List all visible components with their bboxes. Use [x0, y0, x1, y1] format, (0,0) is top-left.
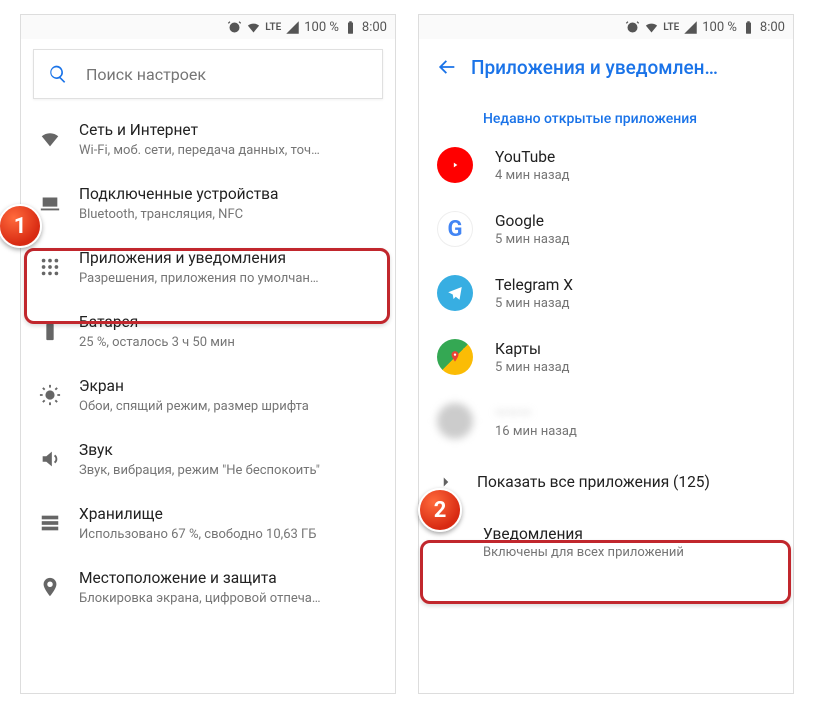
setting-battery[interactable]: Батарея 25 %, осталось 3 ч 50 мин	[21, 299, 395, 363]
notifications-title: Уведомления	[483, 525, 775, 543]
app-icon-blurred	[437, 403, 473, 439]
signal-icon	[683, 20, 698, 35]
setting-title: Сеть и Интернет	[79, 120, 377, 141]
arrow-back-icon	[436, 56, 458, 78]
network-label: LTE	[265, 22, 281, 33]
wifi-icon	[246, 20, 261, 35]
show-all-label: Показать все приложения (125)	[477, 473, 710, 491]
setting-subtitle: Wi-Fi, моб. сети, передача данных, точ…	[79, 143, 377, 158]
telegram-icon	[437, 275, 473, 311]
battery-pct: 100 %	[304, 20, 339, 35]
setting-apps-notifications[interactable]: Приложения и уведомления Разрешения, прил…	[21, 235, 395, 299]
fade	[419, 665, 793, 693]
app-time: 4 мин назад	[495, 168, 775, 183]
search-icon	[48, 64, 68, 84]
step-badge-1: 1	[0, 204, 42, 248]
sound-icon	[39, 448, 79, 470]
app-row-youtube[interactable]: YouTube 4 мин назад	[419, 133, 793, 197]
devices-icon	[39, 192, 79, 214]
google-icon: G	[437, 211, 473, 247]
apps-header: Приложения и уведомлен…	[419, 39, 793, 95]
wifi-icon	[39, 128, 79, 150]
app-time: 5 мин назад	[495, 360, 775, 375]
clock-time: 8:00	[760, 20, 785, 35]
app-row-telegram[interactable]: Telegram X 5 мин назад	[419, 261, 793, 325]
battery-pct: 100 %	[702, 20, 737, 35]
app-name: YouTube	[495, 148, 775, 166]
maps-icon	[437, 339, 473, 375]
setting-subtitle: Разрешения, приложения по умолчан…	[79, 271, 377, 286]
setting-display[interactable]: Экран Обои, спящий режим, размер шрифта	[21, 363, 395, 427]
app-time: 16 мин назад	[495, 424, 775, 439]
phone-apps-notifications: LTE 100 % 8:00 Приложения и уведомлен… Н…	[418, 14, 794, 694]
battery-icon	[343, 20, 358, 35]
setting-title: Экран	[79, 376, 377, 397]
signal-icon	[285, 20, 300, 35]
show-all-apps[interactable]: Показать все приложения (125)	[419, 453, 793, 511]
setting-subtitle: Bluetooth, трансляция, NFC	[79, 207, 377, 222]
search-placeholder: Поиск настроек	[86, 65, 206, 84]
setting-title: Звук	[79, 440, 377, 461]
setting-title: Подключенные устройства	[79, 184, 377, 205]
fade	[21, 665, 395, 693]
app-time: 5 мин назад	[495, 296, 775, 311]
setting-sound[interactable]: Звук Звук, вибрация, режим "Не беспокоить…	[21, 427, 395, 491]
setting-connected-devices[interactable]: Подключенные устройства Bluetooth, трансл…	[21, 171, 395, 235]
storage-icon	[39, 512, 79, 534]
setting-security[interactable]: Местоположение и защита Блокировка экрана…	[21, 555, 395, 619]
battery-icon	[39, 320, 79, 342]
alarm-icon	[227, 20, 242, 35]
youtube-icon	[437, 147, 473, 183]
setting-title: Местоположение и защита	[79, 568, 377, 589]
app-name: ———	[495, 404, 775, 422]
app-row-maps[interactable]: Карты 5 мин назад	[419, 325, 793, 389]
alarm-icon	[625, 20, 640, 35]
app-time: 5 мин назад	[495, 232, 775, 247]
setting-subtitle: Обои, спящий режим, размер шрифта	[79, 399, 377, 414]
setting-title: Батарея	[79, 312, 377, 333]
setting-subtitle: 25 %, осталось 3 ч 50 мин	[79, 335, 377, 350]
app-name: Google	[495, 212, 775, 230]
wifi-icon	[644, 20, 659, 35]
setting-subtitle: Блокировка экрана, цифровой отпеча…	[79, 591, 377, 606]
notifications-row[interactable]: Уведомления Включены для всех приложений	[419, 511, 793, 574]
setting-storage[interactable]: Хранилище Использовано 67 %, свободно 10,…	[21, 491, 395, 555]
app-row-hidden[interactable]: ——— 16 мин назад	[419, 389, 793, 453]
setting-subtitle: Использовано 67 %, свободно 10,63 ГБ	[79, 527, 377, 542]
location-icon	[39, 576, 79, 598]
page-title: Приложения и уведомлен…	[471, 56, 789, 79]
recent-apps-label: Недавно открытые приложения	[419, 95, 793, 133]
battery-icon	[741, 20, 756, 35]
phone-settings-main: LTE 100 % 8:00 Поиск настроек Сеть и Инт…	[20, 14, 396, 694]
status-bar: LTE 100 % 8:00	[21, 15, 395, 39]
search-settings[interactable]: Поиск настроек	[33, 49, 383, 99]
network-label: LTE	[663, 22, 679, 33]
app-name: Карты	[495, 340, 775, 358]
setting-title: Приложения и уведомления	[79, 248, 377, 269]
notifications-subtitle: Включены для всех приложений	[483, 545, 775, 560]
apps-icon	[39, 256, 79, 278]
brightness-icon	[39, 384, 79, 406]
app-name: Telegram X	[495, 276, 775, 294]
setting-title: Хранилище	[79, 504, 377, 525]
settings-list: Сеть и Интернет Wi-Fi, моб. сети, передач…	[21, 103, 395, 619]
back-button[interactable]	[423, 43, 471, 91]
clock-time: 8:00	[362, 20, 387, 35]
app-row-google[interactable]: G Google 5 мин назад	[419, 197, 793, 261]
setting-network[interactable]: Сеть и Интернет Wi-Fi, моб. сети, передач…	[21, 107, 395, 171]
status-bar: LTE 100 % 8:00	[419, 15, 793, 39]
setting-subtitle: Звук, вибрация, режим "Не беспокоить"	[79, 463, 377, 478]
step-badge-2: 2	[418, 488, 462, 532]
